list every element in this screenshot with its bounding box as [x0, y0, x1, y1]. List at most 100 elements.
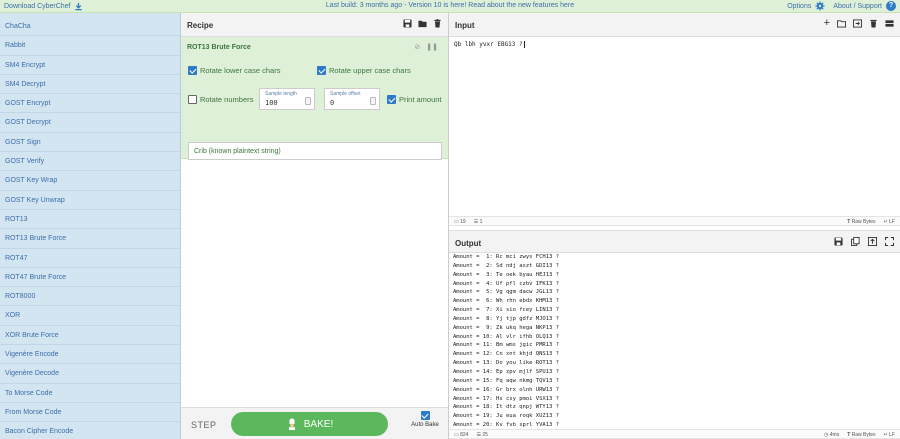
operation-item[interactable]: ROT13 Brute Force: [0, 229, 180, 249]
sample-length-value: 100: [265, 99, 278, 107]
input-raw-bytes[interactable]: T Raw Bytes: [847, 219, 875, 225]
save-icon[interactable]: [403, 19, 412, 28]
pause-icon[interactable]: ❚❚: [426, 43, 438, 51]
input-lines-value: 1: [479, 219, 483, 225]
input-raw-bytes-label: Raw Bytes: [851, 219, 876, 225]
input-eol[interactable]: ↵ LF: [884, 219, 895, 225]
output-raw-bytes[interactable]: T Raw Bytes: [847, 432, 875, 438]
auto-bake-label: Auto Bake: [411, 422, 439, 428]
input-length-value: 19: [460, 219, 466, 225]
operation-item[interactable]: Vigenère Encode: [0, 345, 180, 365]
sample-offset-label: Sample offset: [330, 91, 361, 97]
operation-item[interactable]: ROT8000: [0, 287, 180, 307]
output-line: Amount = 3: Te oek byau HEJ13 ?: [453, 271, 559, 278]
sample-offset-field[interactable]: Sample offset 0: [324, 88, 380, 110]
operation-item[interactable]: ROT47 Brute Force: [0, 268, 180, 288]
operation-item[interactable]: Bacon Cipher Encode: [0, 422, 180, 439]
output-line: Amount = 15: Fq aqw nkmg TQV13 ?: [453, 377, 559, 384]
operation-item[interactable]: Rabbit: [0, 36, 180, 56]
save-output-icon[interactable]: [834, 237, 843, 246]
output-line: Amount = 6: Wh rhn ebdx KHM13 ?: [453, 298, 559, 305]
layout-icon[interactable]: [885, 19, 894, 28]
recipe-header: Recipe: [181, 13, 448, 37]
output-line: Amount = 17: Hs csy pmoi VSX13 ?: [453, 395, 559, 402]
output-textarea[interactable]: Amount = 1: Rc mci zwys FCH13 ? Amount = …: [449, 253, 900, 429]
operation-item[interactable]: XOR Brute Force: [0, 326, 180, 346]
about-support-label[interactable]: About / Support: [833, 3, 882, 10]
operation-item[interactable]: GOST Key Unwrap: [0, 191, 180, 210]
output-line: Amount = 14: Ep zpv mjlf SPU13 ?: [453, 368, 559, 375]
operation-item[interactable]: ChaCha: [0, 17, 180, 37]
output-length-value: 824: [460, 432, 469, 438]
output-line: Amount = 2: Sd ndj axzt GDI13 ?: [453, 262, 559, 269]
auto-bake-toggle[interactable]: Auto Bake: [407, 411, 443, 428]
operation-item[interactable]: GOST Key Wrap: [0, 171, 180, 191]
operation-item[interactable]: From Morse Code: [0, 403, 180, 423]
print-amount-checkbox[interactable]: Print amount: [387, 95, 442, 104]
build-notice-text: Last build: 3 months ago - Version 10 is…: [325, 2, 575, 9]
output-eol[interactable]: ↵ LF: [884, 432, 895, 438]
gear-icon[interactable]: [815, 1, 825, 11]
input-length-stat: ▭ 19: [454, 219, 466, 225]
output-line: Amount = 18: It dtz qnpj WTY13 ?: [453, 404, 559, 411]
build-notice[interactable]: Last build: 3 months ago - Version 10 is…: [0, 2, 900, 9]
bake-button[interactable]: BAKE!: [231, 412, 388, 436]
operation-item[interactable]: SM4 Decrypt: [0, 75, 180, 95]
rotate-upper-label: Rotate upper case chars: [329, 66, 411, 75]
operation-item[interactable]: GOST Encrypt: [0, 94, 180, 114]
input-textarea[interactable]: Qb lbh yvxr EBG13 ?: [449, 37, 900, 227]
stepper-icon[interactable]: [305, 97, 311, 105]
fullscreen-icon[interactable]: [885, 237, 894, 246]
sample-length-label: Sample length: [265, 91, 297, 97]
rot13-brute-force-operation: ROT13 Brute Force ⊘ ❚❚ Rotate lower case…: [181, 37, 448, 160]
output-lines-stat: ☰ 25: [476, 432, 488, 438]
output-line: Amount = 4: Uf pfl czbv IFK13 ?: [453, 280, 559, 287]
output-line: Amount = 19: Ju eua roqk XUZ13 ?: [453, 413, 559, 420]
folder-icon[interactable]: [418, 19, 427, 28]
rotate-numbers-checkbox[interactable]: Rotate numbers: [188, 95, 253, 104]
input-eol-label: LF: [889, 219, 895, 225]
checkbox-checked-icon: [420, 411, 430, 420]
stepper-icon[interactable]: [370, 97, 376, 105]
top-banner: Download CyberChef Last build: 3 months …: [0, 0, 900, 13]
output-line: Amount = 7: Xi sio fcey LIN13 ?: [453, 307, 559, 314]
recipe-title: Recipe: [187, 21, 214, 30]
options-label[interactable]: Options: [787, 3, 811, 10]
copy-icon[interactable]: [851, 237, 860, 246]
step-button[interactable]: STEP: [191, 420, 217, 430]
output-line: Amount = 11: Bm wms jgic PMR13 ?: [453, 342, 559, 349]
output-line: Amount = 16: Gr brx olnh URW13 ?: [453, 386, 559, 393]
operation-item[interactable]: GOST Sign: [0, 133, 180, 153]
operation-item[interactable]: Vigenère Decode: [0, 364, 180, 384]
input-lines-stat: ☰ 1: [473, 219, 483, 225]
operation-item[interactable]: XOR: [0, 306, 180, 326]
open-file-icon[interactable]: [853, 19, 862, 28]
operation-item[interactable]: SM4 Encrypt: [0, 56, 180, 75]
disable-icon[interactable]: ⊘: [414, 43, 420, 51]
crib-input[interactable]: Crib (known plaintext string): [188, 142, 442, 160]
output-line: Amount = 20: Kv fvb sprl YVA13 ?: [453, 422, 559, 429]
sample-length-field[interactable]: Sample length 100: [259, 88, 315, 110]
output-raw-bytes-label: Raw Bytes: [851, 432, 876, 438]
trash-icon[interactable]: [433, 19, 442, 28]
operation-item[interactable]: ROT47: [0, 249, 180, 268]
operation-title: ROT13 Brute Force: [187, 44, 251, 51]
replace-input-icon[interactable]: [868, 237, 877, 246]
operation-item[interactable]: ROT13: [0, 210, 180, 230]
print-amount-label: Print amount: [399, 95, 442, 104]
rotate-lower-checkbox[interactable]: Rotate lower case chars: [188, 66, 280, 75]
trash-icon[interactable]: [869, 19, 878, 28]
output-statusbar: ▭ 824 ☰ 25 ◷ 4ms T Raw Bytes ↵ LF: [449, 429, 900, 439]
help-icon[interactable]: ?: [886, 1, 896, 11]
input-statusbar: ▭ 19 ☰ 1 T Raw Bytes ↵ LF: [449, 216, 900, 226]
operation-item[interactable]: GOST Decrypt: [0, 113, 180, 133]
rotate-upper-checkbox[interactable]: Rotate upper case chars: [317, 66, 411, 75]
add-tab-icon[interactable]: +: [824, 18, 830, 29]
input-header: Input +: [449, 13, 900, 37]
input-title: Input: [455, 21, 475, 30]
operation-item[interactable]: GOST Verify: [0, 152, 180, 172]
output-header: Output: [449, 230, 900, 253]
sample-offset-value: 0: [330, 99, 335, 107]
open-folder-icon[interactable]: [837, 19, 846, 28]
operation-item[interactable]: To Morse Code: [0, 384, 180, 403]
